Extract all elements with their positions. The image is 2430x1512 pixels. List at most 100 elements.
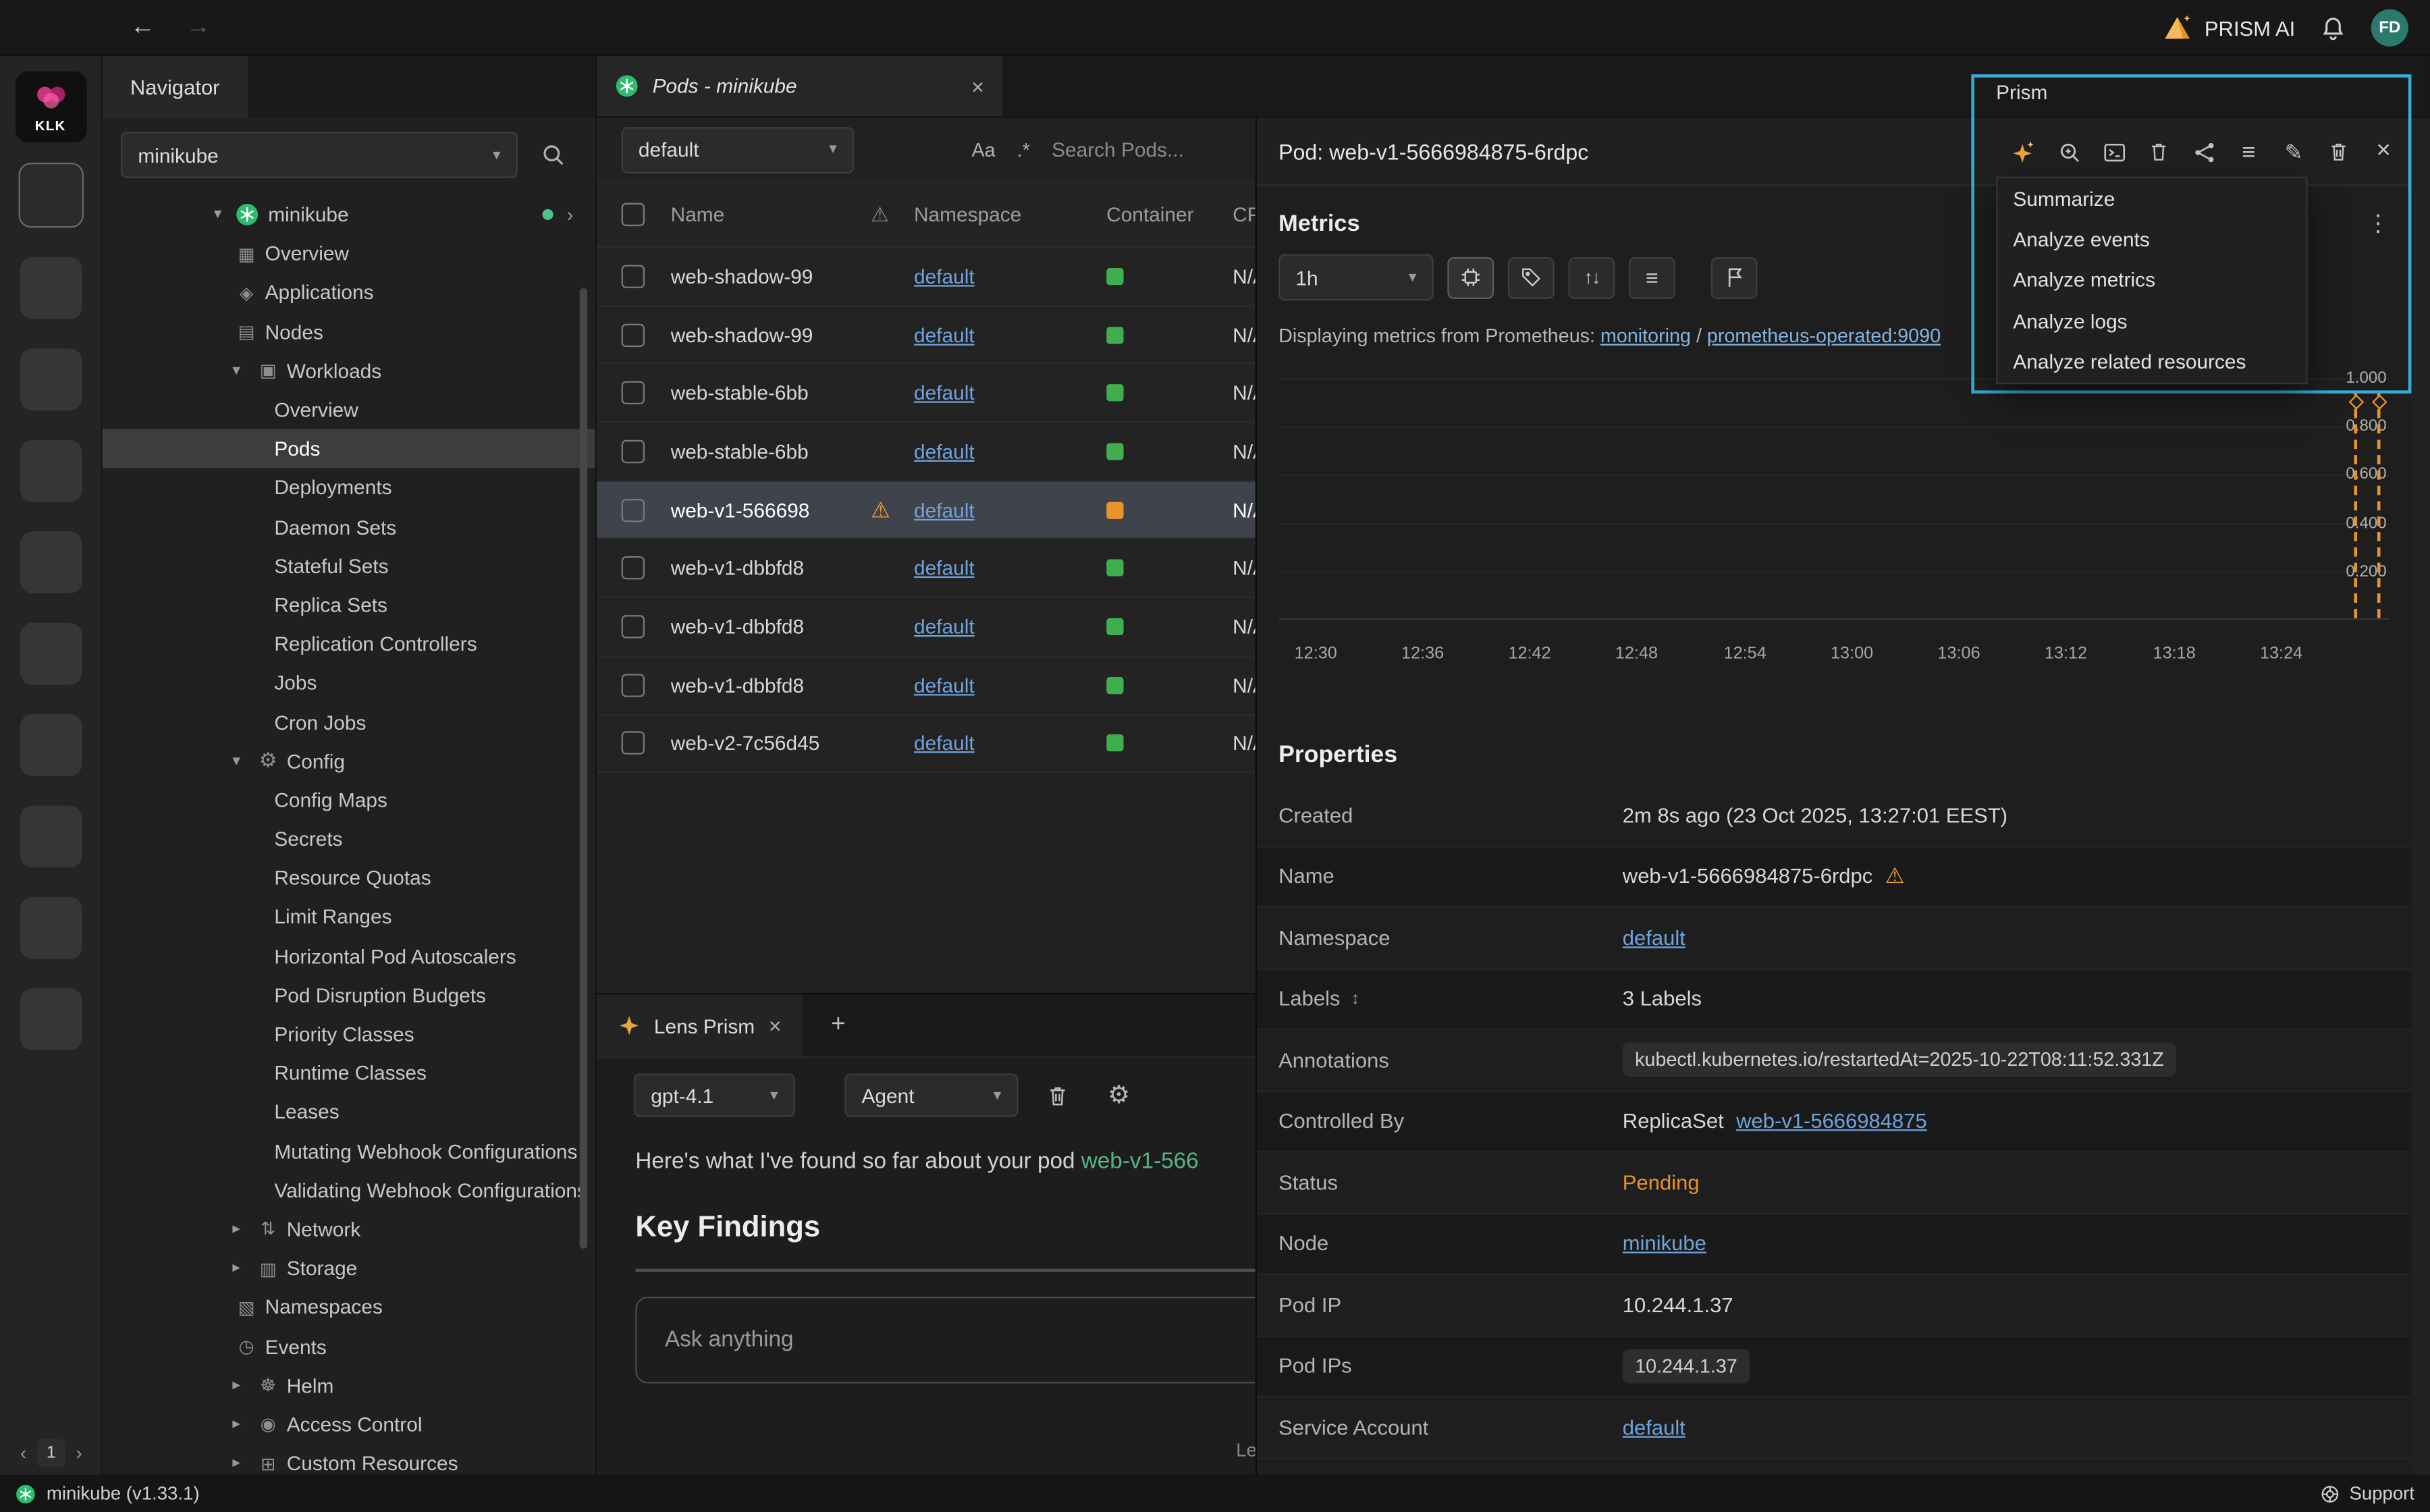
namespace-link[interactable]: default — [914, 323, 975, 346]
sidebar-item-access-control[interactable]: ▸◉Access Control — [103, 1405, 595, 1444]
row-checkbox[interactable] — [622, 381, 645, 404]
sidebar-item-events[interactable]: ◷Events — [103, 1327, 595, 1366]
select-all-checkbox[interactable] — [622, 203, 645, 226]
chat-tab-close-icon[interactable]: × — [769, 1013, 782, 1038]
sidebar-item-pods[interactable]: Pods — [103, 429, 595, 468]
sidebar-item-workloads[interactable]: ▾▣Workloads — [103, 351, 595, 390]
inspect-icon[interactable] — [2057, 140, 2082, 165]
clear-history-icon[interactable] — [2146, 140, 2171, 165]
table-row[interactable]: web-shadow-99 default N/A — [597, 248, 1325, 306]
navigator-scrollbar[interactable] — [580, 288, 587, 1249]
prism-ai-icon[interactable] — [2012, 140, 2036, 165]
namespace-link[interactable]: default — [914, 615, 975, 638]
table-row[interactable]: web-v2-7c56d45 default N/A — [597, 715, 1325, 773]
hotbar-slot[interactable] — [20, 440, 82, 502]
sidebar-item-namespaces[interactable]: ▧Namespaces — [103, 1288, 595, 1327]
sidebar-item-replica-sets[interactable]: Replica Sets — [103, 585, 595, 624]
row-checkbox[interactable] — [622, 440, 645, 463]
sidebar-item-cron-jobs[interactable]: Cron Jobs — [103, 703, 595, 742]
ask-anything-input[interactable] — [665, 1328, 1272, 1353]
row-checkbox[interactable] — [622, 674, 645, 697]
sidebar-item-replication-controllers[interactable]: Replication Controllers — [103, 624, 595, 664]
row-checkbox[interactable] — [622, 265, 645, 288]
chat-settings-gear-icon[interactable]: ⚙ — [1096, 1072, 1142, 1118]
sidebar-item-pod-disruption-budgets[interactable]: Pod Disruption Budgets — [103, 975, 595, 1015]
column-header-namespace[interactable]: Namespace — [914, 203, 1106, 226]
row-checkbox[interactable] — [622, 557, 645, 580]
table-row[interactable]: web-stable-6bb default N/A — [597, 423, 1325, 481]
sidebar-item-nodes[interactable]: ▤Nodes — [103, 313, 595, 352]
row-checkbox[interactable] — [622, 498, 645, 521]
hotbar-slot[interactable] — [20, 714, 82, 776]
namespace-link[interactable]: default — [914, 381, 975, 404]
match-case-toggle[interactable]: Aa — [972, 138, 996, 160]
clear-chat-trash-icon[interactable] — [1033, 1072, 1080, 1118]
sidebar-item-overview[interactable]: ▦Overview — [103, 234, 595, 273]
menu-item-analyze-related-resources[interactable]: Analyze related resources — [1997, 342, 2306, 383]
table-row[interactable]: web-v1-dbbfd8 default N/A — [597, 540, 1325, 598]
share-icon[interactable] — [2191, 140, 2216, 165]
logs-icon[interactable]: ≡ — [2236, 140, 2261, 165]
edit-icon[interactable]: ✎ — [2282, 140, 2306, 165]
forward-button[interactable]: → — [186, 14, 211, 41]
navigator-search-button[interactable] — [530, 132, 576, 178]
cpu-metric-button[interactable] — [1447, 256, 1494, 298]
regex-toggle[interactable]: .* — [1017, 138, 1030, 160]
hotbar-slot[interactable] — [20, 348, 82, 410]
sidebar-item-helm[interactable]: ▸☸Helm — [103, 1366, 595, 1405]
tab-pods-minikube[interactable]: Pods - minikube × — [597, 56, 1003, 117]
sidebar-item-leases[interactable]: Leases — [103, 1093, 595, 1132]
metrics-menu-kebab-icon[interactable]: ⋮ — [2367, 208, 2390, 242]
replicaset-link[interactable]: web-v1-5666984875 — [1736, 1110, 1927, 1133]
labels-expander-icon[interactable]: ↕ — [1351, 990, 1360, 1008]
expand-chevron-icon[interactable]: ▸ — [232, 1455, 254, 1472]
column-header-name[interactable]: Name — [671, 203, 871, 226]
flag-annotations-button[interactable] — [1711, 256, 1758, 298]
sidebar-item-limit-ranges[interactable]: Limit Ranges — [103, 898, 595, 937]
sidebar-item-config[interactable]: ▾⚙Config — [103, 741, 595, 780]
sidebar-item-validating-webhook-configurations[interactable]: Validating Webhook Configurations — [103, 1170, 595, 1210]
row-checkbox[interactable] — [622, 732, 645, 755]
menu-item-analyze-metrics[interactable]: Analyze metrics — [1997, 260, 2306, 301]
table-row[interactable]: web-shadow-99 default N/A — [597, 306, 1325, 364]
hotbar-slot[interactable] — [20, 805, 82, 867]
namespace-link[interactable]: default — [914, 557, 975, 580]
prometheus-operated-link[interactable]: prometheus-operated:9090 — [1707, 325, 1941, 347]
menu-item-analyze-logs[interactable]: Analyze logs — [1997, 301, 2306, 342]
sidebar-item-config-maps[interactable]: Config Maps — [103, 780, 595, 819]
sidebar-item-storage[interactable]: ▸▥Storage — [103, 1249, 595, 1288]
expand-chevron-icon[interactable]: ▸ — [232, 1260, 254, 1276]
sort-button[interactable]: ↑↓ — [1568, 256, 1615, 298]
table-row-selected[interactable]: web-v1-566698 ⚠ default N/A — [597, 481, 1325, 539]
warnings-column-icon[interactable]: ⚠ — [871, 202, 889, 227]
sidebar-item-runtime-classes[interactable]: Runtime Classes — [103, 1054, 595, 1093]
tab-close-icon[interactable]: × — [971, 74, 984, 99]
sidebar-item-resource-quotas[interactable]: Resource Quotas — [103, 859, 595, 898]
hotbar-slot[interactable] — [20, 531, 82, 593]
sidebar-item-daemon-sets[interactable]: Daemon Sets — [103, 508, 595, 547]
collapse-chevron-icon[interactable]: ▾ — [214, 206, 236, 223]
sidebar-item-custom-resources[interactable]: ▸⊞Custom Resources — [103, 1444, 595, 1475]
sidebar-item-stateful-sets[interactable]: Stateful Sets — [103, 546, 595, 585]
close-drawer-icon[interactable]: × — [2371, 140, 2396, 165]
hotbar-slot[interactable] — [20, 988, 82, 1050]
table-row[interactable]: web-v1-dbbfd8 default N/A — [597, 598, 1325, 656]
time-range-select[interactable]: 1h ▾ — [1278, 254, 1434, 300]
namespace-filter-select[interactable]: default ▾ — [622, 126, 854, 173]
sidebar-item-deployments[interactable]: Deployments — [103, 468, 595, 508]
delete-icon[interactable] — [2326, 140, 2351, 165]
hotbar-cluster-logo[interactable]: KLK — [15, 72, 86, 143]
menu-item-summarize[interactable]: Summarize — [1997, 178, 2306, 219]
hotbar-slot[interactable] — [20, 623, 82, 685]
row-checkbox[interactable] — [622, 615, 645, 638]
namespace-link[interactable]: default — [914, 498, 975, 521]
sidebar-item-mutating-webhook-configurations[interactable]: Mutating Webhook Configurations — [103, 1132, 595, 1171]
pager-prev-icon[interactable]: ‹ — [20, 1442, 26, 1464]
sidebar-item-workloads-overview[interactable]: Overview — [103, 390, 595, 429]
user-avatar[interactable]: FD — [2371, 9, 2408, 47]
chevron-right-icon[interactable]: › — [567, 203, 574, 226]
expand-chevron-icon[interactable]: ▸ — [232, 1416, 254, 1433]
sidebar-item-applications[interactable]: ◈Applications — [103, 273, 595, 313]
row-checkbox[interactable] — [622, 323, 645, 346]
hotbar-slot-active[interactable] — [18, 163, 82, 227]
